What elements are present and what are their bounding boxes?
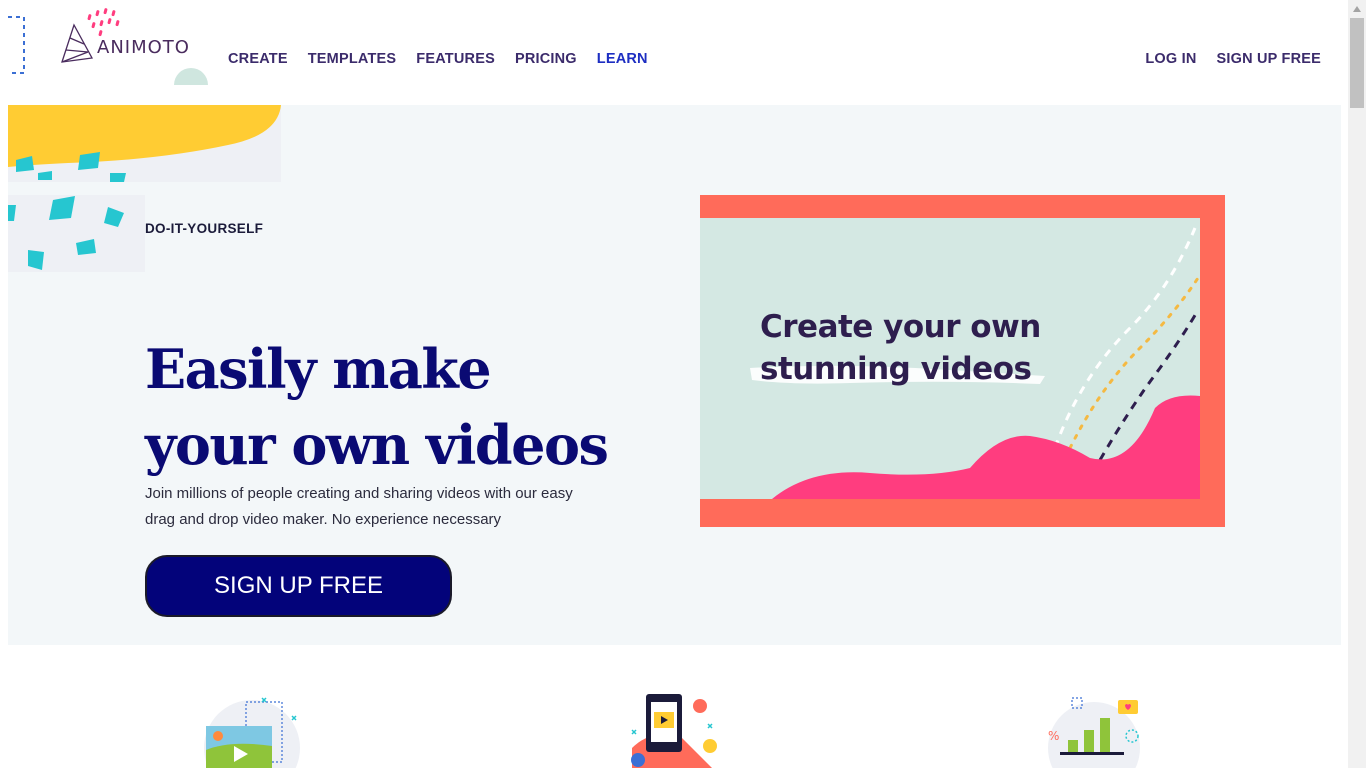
login-link[interactable]: LOG IN xyxy=(1145,51,1196,67)
site-header: ANIMOTO CREATE TEMPLATES FEATURES PRICIN… xyxy=(0,0,1348,105)
hero-subtext: Join millions of people creating and sha… xyxy=(145,485,573,528)
nav-templates[interactable]: TEMPLATES xyxy=(308,51,397,67)
nav-create[interactable]: CREATE xyxy=(228,51,288,67)
photo-edit-icon xyxy=(200,688,310,768)
video-title-line-1: Create your own xyxy=(760,309,1041,345)
hero-eyebrow: DO-IT-YOURSELF xyxy=(145,221,264,236)
logo-wordmark: ANIMOTO xyxy=(97,37,190,58)
hero-video-thumbnail[interactable]: Create your own stunning videos xyxy=(700,218,1200,499)
main-nav: CREATE TEMPLATES FEATURES PRICING LEARN xyxy=(228,51,668,67)
phone-social-icon xyxy=(622,688,732,768)
nav-features[interactable]: FEATURES xyxy=(416,51,495,67)
signup-link[interactable]: SIGN UP FREE xyxy=(1217,51,1321,67)
nav-pricing[interactable]: PRICING xyxy=(515,51,577,67)
hero-section: DO-IT-YOURSELF Easily make your own vide… xyxy=(8,105,1341,645)
video-title-line-2: stunning videos xyxy=(760,351,1032,387)
scroll-up-icon[interactable] xyxy=(1348,0,1366,18)
scrollbar-thumb[interactable] xyxy=(1350,18,1364,108)
hero-video-frame[interactable]: Create your own stunning videos xyxy=(700,195,1225,527)
signup-cta-button[interactable]: SIGN UP FREE xyxy=(145,555,452,617)
auth-links: LOG IN SIGN UP FREE xyxy=(1145,51,1321,67)
video-title-text: Create your own stunning videos xyxy=(760,306,1041,390)
page-scrollbar[interactable] xyxy=(1348,0,1366,768)
logo[interactable]: ANIMOTO xyxy=(0,0,220,100)
svg-text:%: % xyxy=(1048,729,1059,743)
nav-learn[interactable]: LEARN xyxy=(597,51,648,67)
hero-decoration xyxy=(8,105,281,272)
hero-headline: Easily make your own videos xyxy=(145,337,609,477)
bar-chart-icon: % xyxy=(1042,688,1152,768)
